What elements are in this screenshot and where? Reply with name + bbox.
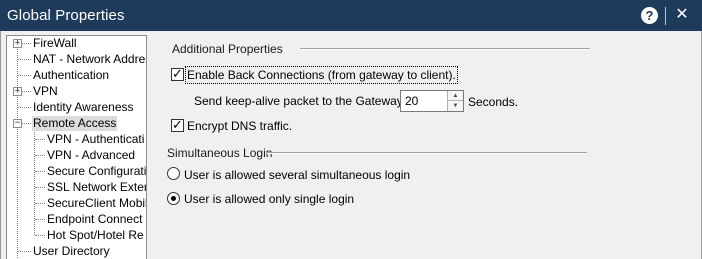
tree-line: [18, 75, 31, 76]
several-login-radio[interactable]: [167, 167, 180, 180]
group-divider: [300, 48, 590, 50]
tree-item-user-directory[interactable]: User Directory: [32, 244, 111, 259]
back-connections-label[interactable]: Enable Back Connections (from gateway to…: [185, 66, 458, 84]
encrypt-dns-label[interactable]: Encrypt DNS traffic.: [187, 119, 292, 133]
tree-line: [35, 187, 45, 188]
expand-icon[interactable]: +: [13, 39, 22, 48]
help-icon[interactable]: ?: [641, 7, 658, 24]
tree-item-authentication[interactable]: Authentication: [32, 68, 110, 83]
title-separator: [665, 7, 666, 25]
spin-down-icon[interactable]: ▼: [448, 101, 463, 111]
tree-item-nat[interactable]: NAT - Network Addres: [32, 52, 146, 67]
close-icon[interactable]: ✕: [671, 5, 693, 25]
tree-line: [35, 139, 45, 140]
tree-line: [18, 251, 31, 252]
tree-item-remote-access[interactable]: Remote Access: [32, 116, 118, 131]
collapse-icon[interactable]: −: [13, 119, 22, 128]
tree-line: [18, 59, 31, 60]
tree-line: [35, 219, 45, 220]
spin-up-icon[interactable]: ▲: [448, 91, 463, 101]
tree-item-secure-configuration[interactable]: Secure Configurati: [46, 164, 146, 179]
tree-line: [35, 171, 45, 172]
back-connections-checkbox[interactable]: ✓: [171, 66, 184, 81]
simultaneous-login-heading: Simultaneous Login: [167, 146, 273, 160]
tree-item-secureclient-mobile[interactable]: SecureClient Mobil: [46, 196, 146, 211]
title-bar: Global Properties ? ✕: [0, 0, 702, 31]
tree-item-firewall[interactable]: FireWall: [32, 36, 78, 51]
check-icon: ✓: [172, 66, 183, 81]
tree-line: [35, 235, 45, 236]
radio-selected-dot: [171, 196, 176, 201]
window-title: Global Properties: [7, 7, 125, 24]
tree-item-vpn-authentication[interactable]: VPN - Authenticati: [46, 132, 145, 147]
group-divider: [267, 152, 587, 154]
keepalive-value[interactable]: 20: [405, 94, 418, 108]
tree-line: [35, 155, 45, 156]
tree-line: [22, 43, 31, 44]
tree-item-vpn-advanced[interactable]: VPN - Advanced: [46, 148, 136, 163]
tree-line: [18, 107, 31, 108]
single-login-radio[interactable]: [167, 192, 180, 205]
tree-item-hot-spot[interactable]: Hot Spot/Hotel Re: [46, 228, 145, 243]
tree-line: [35, 203, 45, 204]
keepalive-label: Send keep-alive packet to the Gateway: [194, 94, 403, 108]
several-login-label[interactable]: User is allowed several simultaneous log…: [184, 168, 410, 182]
tree-line: [22, 123, 31, 124]
keepalive-unit: Seconds.: [468, 95, 519, 109]
tree-item-vpn[interactable]: VPN: [32, 84, 59, 99]
encrypt-dns-checkbox[interactable]: ✓: [171, 117, 184, 132]
keepalive-spinner[interactable]: 20 ▲ ▼: [400, 90, 464, 112]
single-login-label[interactable]: User is allowed only single login: [184, 192, 354, 206]
tree-item-identity-awareness[interactable]: Identity Awareness: [32, 100, 135, 115]
spinner-buttons: ▲ ▼: [447, 91, 463, 111]
tree-line: [22, 91, 31, 92]
category-tree[interactable]: + + − FireWall NAT - Network Addres Auth…: [6, 35, 147, 259]
check-icon: ✓: [172, 117, 183, 132]
expand-icon[interactable]: +: [13, 87, 22, 96]
additional-properties-heading: Additional Properties: [172, 42, 283, 56]
tree-item-ssl-network-extender[interactable]: SSL Network Exter: [46, 180, 146, 195]
tree-item-endpoint-connect[interactable]: Endpoint Connect: [46, 212, 143, 227]
